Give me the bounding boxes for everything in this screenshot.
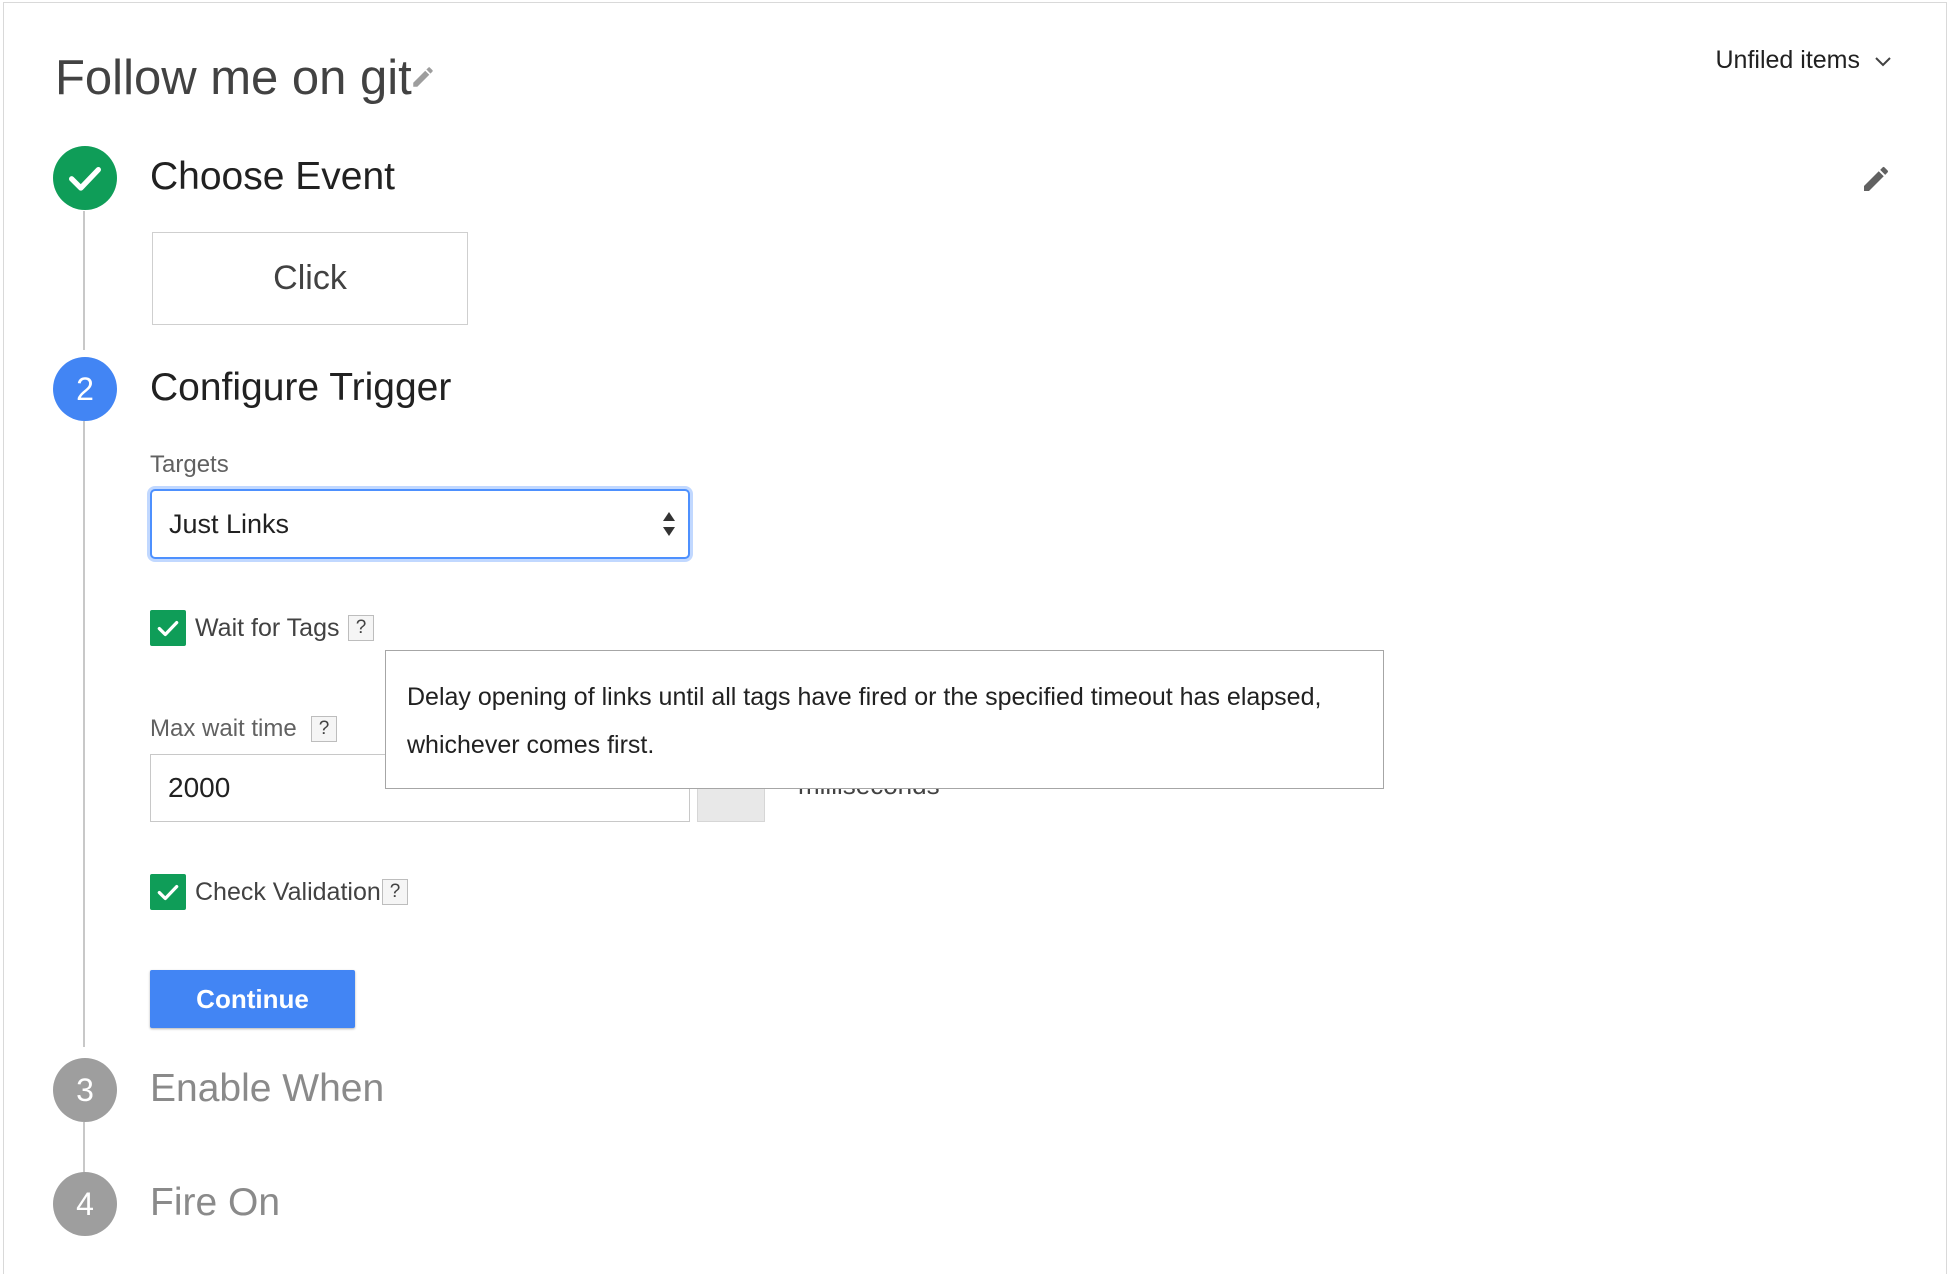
pencil-icon[interactable] — [410, 64, 436, 90]
wait-for-tags-label: Wait for Tags — [195, 614, 340, 642]
step-title-configure-trigger: Configure Trigger — [150, 366, 452, 409]
event-type-label: Click — [273, 259, 347, 297]
check-validation-help-icon[interactable]: ? — [382, 879, 408, 905]
step-number-badge: 2 — [53, 357, 117, 421]
step-complete-badge — [53, 146, 117, 210]
check-validation-checkbox[interactable] — [150, 874, 186, 910]
step-number: 2 — [76, 370, 94, 407]
help-glyph: ? — [355, 617, 367, 638]
check-icon — [69, 167, 102, 191]
step-number: 3 — [76, 1071, 94, 1108]
select-arrows-icon — [663, 512, 675, 536]
max-wait-time-help-icon[interactable]: ? — [311, 716, 337, 742]
selected-event-card[interactable]: Click — [152, 232, 468, 325]
step-title-fire-on[interactable]: Fire On — [150, 1179, 280, 1227]
targets-value: Just Links — [169, 508, 290, 539]
targets-label: Targets — [150, 451, 229, 478]
wait-for-tags-checkbox[interactable] — [150, 610, 186, 646]
max-wait-time-label: Max wait time — [150, 715, 297, 742]
check-icon — [157, 620, 179, 637]
help-glyph: ? — [318, 718, 330, 739]
check-validation-label: Check Validation — [195, 878, 381, 906]
step-number-badge: 4 — [53, 1172, 117, 1236]
folder-dropdown[interactable]: Unfiled items — [1716, 46, 1893, 75]
wait-for-tags-tooltip: Delay opening of links until all tags ha… — [385, 650, 1384, 789]
step-connector — [83, 421, 85, 1047]
trigger-name: Follow me on git — [55, 51, 412, 105]
continue-button[interactable]: Continue — [150, 970, 355, 1028]
check-icon — [157, 884, 179, 901]
chevron-down-icon — [1875, 56, 1891, 66]
help-glyph: ? — [389, 881, 401, 902]
step-connector — [83, 1122, 85, 1174]
tooltip-line: whichever comes first. — [407, 731, 655, 759]
folder-label: Unfiled items — [1715, 46, 1861, 74]
max-wait-time-value: 2000 — [168, 772, 231, 803]
edit-step-pencil-icon[interactable] — [1860, 163, 1892, 195]
tooltip-line: Delay opening of links until all tags ha… — [407, 683, 1322, 711]
targets-select[interactable]: Just Links — [150, 489, 690, 559]
step-title-enable-when[interactable]: Enable When — [150, 1065, 384, 1113]
step-title-choose-event: Choose Event — [150, 155, 395, 198]
step-number: 4 — [76, 1185, 94, 1222]
step-connector — [83, 211, 85, 350]
wait-for-tags-help-icon[interactable]: ? — [348, 615, 374, 641]
step-number-badge: 3 — [53, 1058, 117, 1122]
page-title: Follow me on git — [55, 48, 412, 108]
